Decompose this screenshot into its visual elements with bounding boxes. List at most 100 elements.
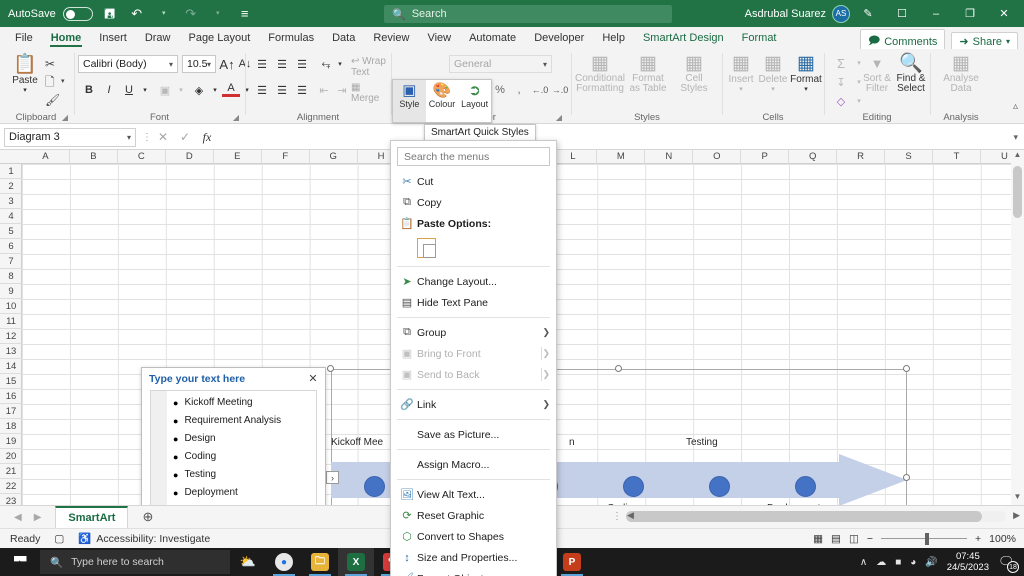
zoom-out-button[interactable]: − [867,533,873,545]
cancel-icon[interactable]: ✕ [152,130,174,144]
menu-item-copy[interactable]: ⧉Copy [391,192,556,213]
volume-muted-icon[interactable]: 🔊 [925,557,937,568]
search-the-menus-input[interactable]: Search the menus [397,147,550,166]
tab-split-handle[interactable]: ⋮ [612,511,622,522]
text-pane-item[interactable]: ●Testing [173,469,312,487]
zoom-in-button[interactable]: + [975,533,981,545]
scroll-left-icon[interactable]: ◀ [627,510,634,521]
tab-home[interactable]: Home [42,30,91,46]
previous-sheet-icon[interactable]: ◀ [14,512,22,523]
number-dialog-launcher[interactable]: ◢ [556,113,562,122]
menu-item-save-as-picture[interactable]: Save as Picture... [391,424,556,445]
scroll-up-icon[interactable]: ▲ [1011,150,1024,163]
text-pane-item[interactable]: ●Kickoff Meeting [173,397,312,415]
minimize-button[interactable]: – [920,0,952,27]
percent-style-button[interactable]: % [491,81,509,99]
confirm-icon[interactable]: ✓ [174,130,196,144]
scroll-right-icon[interactable]: ▶ [1013,510,1020,521]
comma-style-button[interactable]: , [509,81,527,99]
row-header-14[interactable]: 14 [0,359,22,374]
timeline-milestone-dot[interactable] [709,476,730,497]
column-header-n[interactable]: N [645,150,693,164]
decrease-indent-icon[interactable]: ⇤ [315,81,333,99]
menu-item-reset-graphic[interactable]: ⟳Reset Graphic [391,505,556,526]
tab-insert[interactable]: Insert [90,30,136,46]
column-header-e[interactable]: E [214,150,262,164]
row-header-10[interactable]: 10 [0,299,22,314]
insert-function-icon[interactable]: fx [196,130,218,145]
menu-item-paste-options[interactable]: 📋Paste Options: [391,213,556,234]
row-header-5[interactable]: 5 [0,224,22,239]
close-icon[interactable]: ✕ [306,371,320,385]
copy-icon[interactable]: 🗋 [45,75,55,89]
tab-automate[interactable]: Automate [460,30,525,46]
vertical-scroll-thumb[interactable] [1013,166,1022,218]
text-pane-body[interactable]: ●Kickoff Meeting●Requirement Analysis●De… [150,390,317,505]
expand-formula-bar-icon[interactable]: ▾ [1013,132,1024,143]
zoom-level[interactable]: 100% [989,533,1016,545]
pen-icon[interactable]: ✎ [852,0,884,27]
tab-file[interactable]: File [6,30,42,46]
text-pane-item[interactable]: ●Deployment [173,487,312,505]
tab-smartart-design[interactable]: SmartArt Design [634,30,733,46]
align-center-icon[interactable]: ☰ [273,81,291,99]
increase-indent-icon[interactable]: ⇥ [333,81,351,99]
show-hidden-icons-chevron[interactable]: ∧ [860,557,867,568]
menu-item-cut[interactable]: ✂Cut [391,171,556,192]
resize-handle-middle-right[interactable] [903,474,910,481]
menu-item-convert-to-shapes[interactable]: ⬡Convert to Shapes [391,526,556,547]
row-header-6[interactable]: 6 [0,239,22,254]
avatar[interactable]: AS [832,5,850,23]
row-header-16[interactable]: 16 [0,389,22,404]
autosave-toggle[interactable] [63,7,93,21]
text-pane-toggle-icon[interactable]: › [326,471,339,484]
column-header-a[interactable]: A [22,150,70,164]
row-header-11[interactable]: 11 [0,314,22,329]
resize-handle-top-right[interactable] [903,365,910,372]
column-header-d[interactable]: D [166,150,214,164]
formula-bar-grip[interactable]: ⋮ [142,132,152,143]
menu-item-view-alt-text[interactable]: 🖼View Alt Text... [391,484,556,505]
onedrive-icon[interactable]: ☁ [876,557,886,568]
column-header-c[interactable]: C [118,150,166,164]
smartart-style-button[interactable]: ▣ Style [393,80,426,122]
battery-icon[interactable]: ■ [895,557,901,568]
undo-icon[interactable]: ↶ [127,4,147,24]
menu-item-size-and-properties[interactable]: ↕Size and Properties... [391,547,556,568]
row-header-19[interactable]: 19 [0,434,22,449]
cut-icon[interactable]: ✂ [45,57,55,71]
smartart-layout-button[interactable]: ➲ Layout [458,80,491,122]
sheet-tab-smartart[interactable]: SmartArt [55,506,128,528]
smartart-colour-button[interactable]: 🎨 Colour [426,80,459,122]
row-header-2[interactable]: 2 [0,179,22,194]
row-header-18[interactable]: 18 [0,419,22,434]
add-sheet-button[interactable]: ⊕ [142,509,153,525]
wifi-icon[interactable]: ◕ [910,557,916,568]
taskbar-app-file-explorer[interactable]: 🗀 [302,548,338,576]
column-header-m[interactable]: M [597,150,645,164]
autosum-icon[interactable]: Σ [832,54,850,72]
row-header-8[interactable]: 8 [0,269,22,284]
tab-developer[interactable]: Developer [525,30,593,46]
font-name-combo[interactable]: Calibri (Body) ▾ [78,55,178,73]
text-pane-item[interactable]: ●Design [173,433,312,451]
tab-draw[interactable]: Draw [136,30,180,46]
page-break-view-icon[interactable]: ◫ [849,533,859,545]
normal-view-icon[interactable]: ▦ [813,533,823,545]
row-header-7[interactable]: 7 [0,254,22,269]
find-select-button[interactable]: 🔍 Find & Select [894,54,928,94]
decrease-decimal-icon[interactable]: →.0 [551,81,569,99]
paste-button[interactable]: 📋 Paste ▾ [3,55,47,94]
bold-button[interactable]: B [80,81,98,99]
taskbar-search-input[interactable]: 🔍 Type here to search [40,550,230,574]
resize-handle-top-left[interactable] [327,365,334,372]
align-middle-icon[interactable]: ☰ [273,55,291,73]
column-header-s[interactable]: S [885,150,933,164]
undo-dropdown-icon[interactable]: ▾ [154,4,174,24]
row-header-23[interactable]: 23 [0,494,22,505]
name-box[interactable]: Diagram 3 ▾ [4,128,136,147]
row-header-9[interactable]: 9 [0,284,22,299]
column-header-o[interactable]: O [693,150,741,164]
menu-item-group[interactable]: ⧉Group❯ [391,322,556,343]
chevron-down-icon[interactable]: ▾ [331,55,349,73]
